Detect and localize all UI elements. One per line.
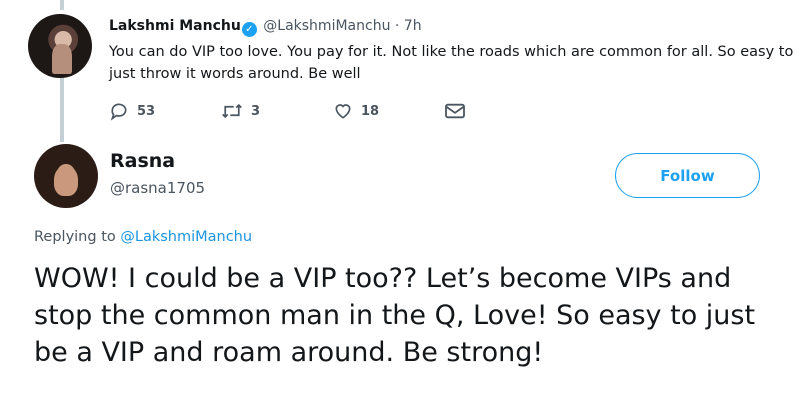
- author-handle[interactable]: @rasna1705: [110, 179, 205, 197]
- verified-badge-icon: ✓: [241, 22, 257, 37]
- like-count: 18: [361, 103, 380, 119]
- tweet-text: You can do VIP too love. You pay for it.…: [109, 44, 794, 82]
- reply-count: 53: [137, 103, 156, 119]
- retweet-button[interactable]: 3: [221, 100, 260, 122]
- timestamp[interactable]: 7h: [404, 18, 422, 34]
- tweet-header: Lakshmi Manchu ✓ @LakshmiManchu · 7h: [109, 18, 422, 37]
- direct-message-icon: [445, 103, 465, 119]
- replying-to-label: Replying to: [34, 229, 116, 245]
- separator: ·: [394, 18, 400, 34]
- avatar[interactable]: [28, 14, 92, 78]
- follow-button[interactable]: Follow: [615, 153, 760, 198]
- like-button[interactable]: 18: [333, 100, 379, 122]
- author-handle[interactable]: @LakshmiManchu: [263, 18, 390, 34]
- like-icon: [335, 104, 351, 119]
- author-name[interactable]: Lakshmi Manchu: [109, 18, 241, 34]
- replying-to-line: Replying to @LakshmiManchu: [34, 229, 252, 245]
- tweet-text: WOW! I could be a VIP too?? Let’s become…: [34, 263, 756, 368]
- avatar[interactable]: [34, 144, 98, 208]
- reply-icon: [110, 103, 127, 121]
- direct-message-button[interactable]: [444, 100, 466, 122]
- reply-button[interactable]: 53: [109, 100, 155, 122]
- mention-link[interactable]: @LakshmiManchu: [120, 229, 252, 245]
- retweet-count: 3: [251, 103, 261, 119]
- retweet-icon: [222, 103, 242, 119]
- thread-line-top: [60, 0, 64, 10]
- author-name[interactable]: Rasna: [110, 150, 175, 172]
